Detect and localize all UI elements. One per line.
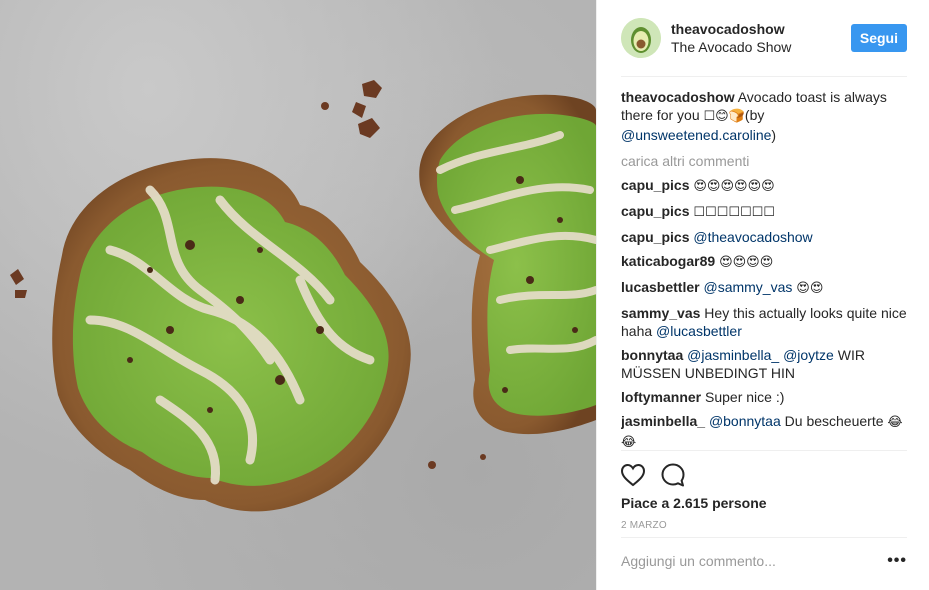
action-icons bbox=[617, 459, 689, 491]
post-photo[interactable] bbox=[0, 0, 596, 590]
comment-username[interactable]: capu_pics bbox=[621, 203, 689, 219]
post-date[interactable]: 2 MARZO bbox=[621, 520, 667, 531]
comment-username[interactable]: katicabogar89 bbox=[621, 253, 715, 269]
comment-text: Super nice :) bbox=[705, 389, 785, 405]
post-header: theavocadoshow The Avocado Show Segui bbox=[621, 0, 907, 77]
comment-username[interactable]: capu_pics bbox=[621, 177, 689, 193]
comment-item: lucasbettler @sammy_vas 😍😍 bbox=[621, 278, 907, 298]
comment-item: loftymanner Super nice :) bbox=[621, 388, 907, 406]
caption-emojis: ☐😊🍞 bbox=[703, 109, 745, 124]
post-caption: theavocadoshow Avocado toast is always t… bbox=[621, 88, 907, 144]
comment-emojis: 😍😍😍😍😍😍 bbox=[693, 179, 775, 194]
caption-mention[interactable]: @unsweetened.caroline bbox=[621, 127, 771, 143]
comment-mention[interactable]: @bonnytaa bbox=[709, 413, 781, 429]
instagram-post: theavocadoshow The Avocado Show Segui th… bbox=[0, 0, 929, 590]
post-actions: Piace a 2.615 persone 2 MARZO ••• bbox=[620, 450, 907, 584]
avocado-toast-image bbox=[10, 80, 596, 512]
comment-item: capu_pics 😍😍😍😍😍😍 bbox=[621, 176, 907, 196]
post-sidebar: theavocadoshow The Avocado Show Segui th… bbox=[596, 0, 929, 590]
comment-username[interactable]: capu_pics bbox=[621, 229, 689, 245]
comment-username[interactable]: loftymanner bbox=[621, 389, 701, 405]
comment-mention[interactable]: @sammy_vas bbox=[703, 279, 792, 295]
likes-count[interactable]: Piace a 2.615 persone bbox=[621, 495, 767, 511]
comment-item: sammy_vas Hey this actually looks quite … bbox=[621, 304, 907, 340]
follow-button[interactable]: Segui bbox=[850, 24, 907, 52]
more-options-button[interactable]: ••• bbox=[881, 553, 907, 569]
comment-username[interactable]: lucasbettler bbox=[621, 279, 700, 295]
speech-bubble-outline-icon bbox=[661, 463, 685, 487]
comment-emojis: 😍😍😍😍 bbox=[719, 255, 774, 270]
comment-input[interactable] bbox=[621, 553, 882, 569]
comment-item: capu_pics @theavocadoshow bbox=[621, 228, 907, 246]
load-more-comments-link[interactable]: carica altri commenti bbox=[621, 152, 907, 170]
comment-items: capu_pics 😍😍😍😍😍😍 capu_pics ☐☐☐☐☐☐☐ capu_pi… bbox=[621, 176, 907, 450]
heart-outline-icon bbox=[620, 463, 646, 487]
caption-username[interactable]: theavocadoshow bbox=[621, 89, 735, 105]
comment-username[interactable]: sammy_vas bbox=[621, 305, 700, 321]
comment-item: bonnytaa @jasminbella_ @joytze WIR MÜSSE… bbox=[621, 346, 907, 382]
comment-text: Du bescheuerte bbox=[780, 413, 888, 429]
add-comment-bar: ••• bbox=[621, 537, 907, 584]
caption-suffix: (by bbox=[744, 107, 765, 123]
comment-username[interactable]: bonnytaa bbox=[621, 347, 683, 363]
comment-mention[interactable]: @lucasbettler bbox=[656, 323, 742, 339]
comment-username[interactable]: jasminbella_ bbox=[621, 413, 705, 429]
comment-item: jasminbella_ @bonnytaa Du bescheuerte 😂😂 bbox=[621, 412, 907, 450]
comment-button[interactable] bbox=[657, 459, 689, 491]
header-full-name: The Avocado Show bbox=[671, 39, 792, 55]
comment-mention[interactable]: @theavocadoshow bbox=[693, 229, 812, 245]
comment-emojis: 😍😍 bbox=[796, 281, 824, 296]
comment-item: capu_pics ☐☐☐☐☐☐☐ bbox=[621, 202, 907, 222]
avatar[interactable] bbox=[621, 18, 661, 58]
like-button[interactable] bbox=[617, 459, 649, 491]
header-text: theavocadoshow The Avocado Show bbox=[671, 20, 851, 56]
comments-list[interactable]: theavocadoshow Avocado toast is always t… bbox=[621, 88, 907, 450]
caption-close: ) bbox=[771, 127, 777, 143]
comment-item: katicabogar89 😍😍😍😍 bbox=[621, 252, 907, 272]
comment-emojis: ☐☐☐☐☐☐☐ bbox=[693, 205, 775, 220]
avocado-logo-icon bbox=[621, 18, 661, 58]
comment-mention[interactable]: @jasminbella_ bbox=[687, 347, 779, 363]
comment-mention[interactable]: @joytze bbox=[783, 347, 834, 363]
header-username[interactable]: theavocadoshow bbox=[671, 20, 851, 38]
